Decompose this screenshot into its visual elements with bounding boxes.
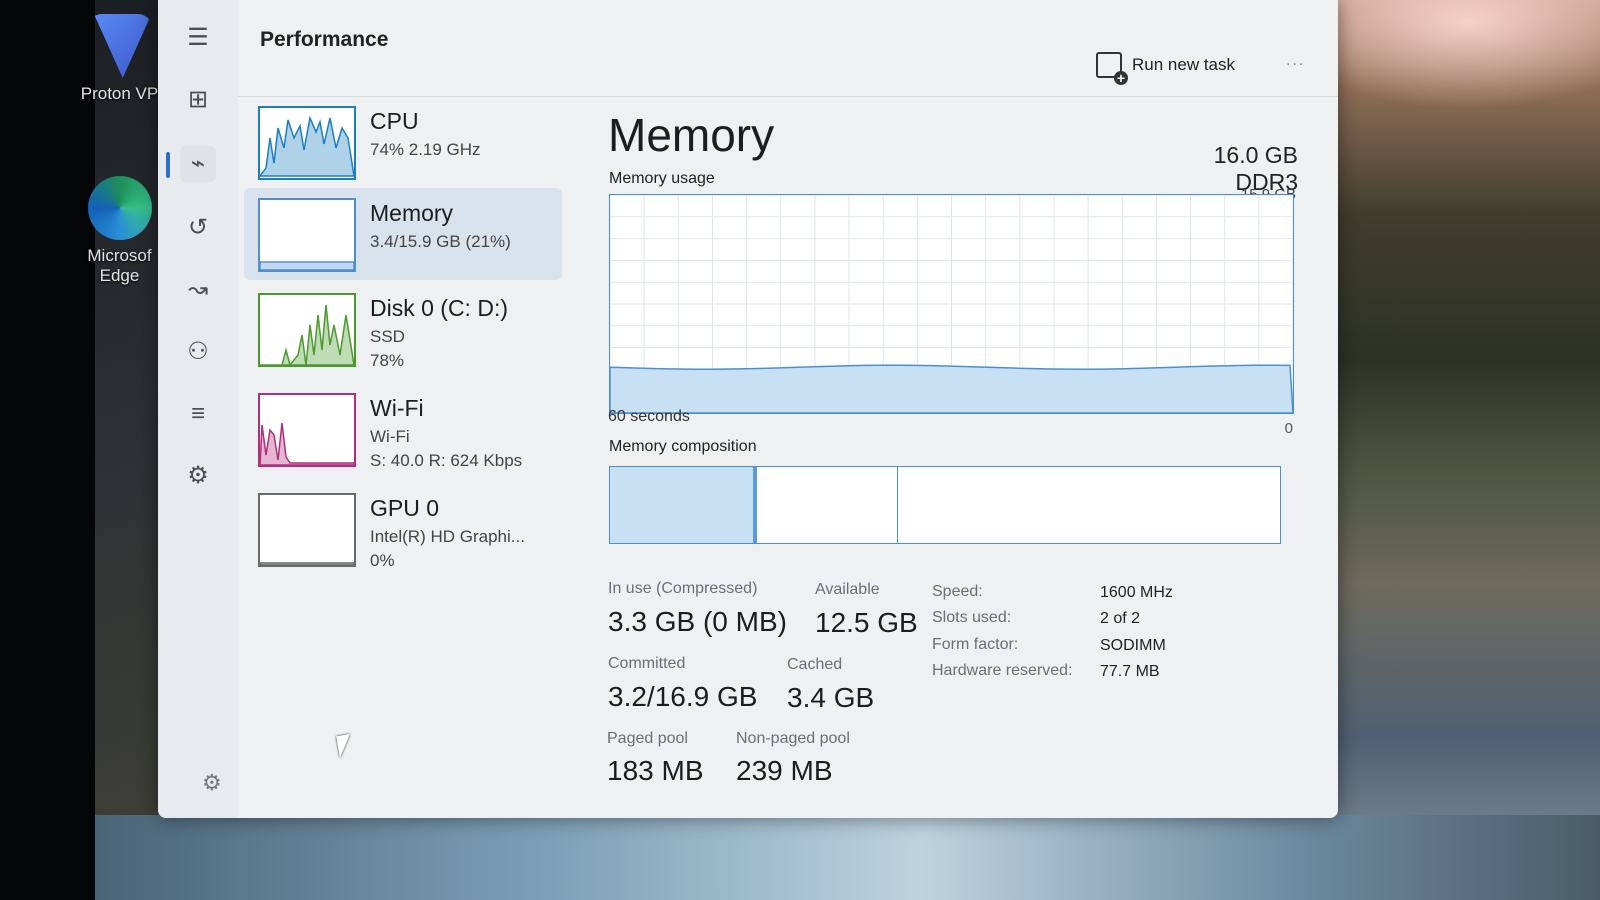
resource-item-cpu[interactable]: CPU 74% 2.19 GHz — [244, 96, 562, 188]
wallpaper-bottom — [95, 815, 1600, 900]
graph-time-label: 60 seconds — [608, 408, 690, 425]
slots-used-key: Slots used: — [932, 609, 1012, 626]
active-indicator — [166, 152, 170, 178]
resource-item-disk[interactable]: Disk 0 (C: D:) SSD 78% — [244, 283, 562, 375]
available-label: Available — [815, 581, 880, 598]
form-factor-value: SODIMM — [1100, 637, 1166, 654]
run-new-task-label: Run new task — [1132, 55, 1235, 74]
nav-rail: ☰ ⊞ ⌁ ↺ ↝ ⚇ ≡ ⚙ ⚙ — [158, 0, 238, 818]
memory-composition-bar — [609, 466, 1281, 544]
services-icon[interactable]: ⚙ — [180, 458, 216, 494]
resource-item-gpu[interactable]: GPU 0 Intel(R) HD Graphi... 0% — [244, 483, 562, 575]
slots-used-value: 2 of 2 — [1100, 610, 1141, 627]
resource-name: Memory — [370, 200, 454, 226]
paged-pool-label: Paged pool — [607, 730, 688, 747]
resource-detail: Wi-Fi — [370, 427, 410, 446]
gpu-thumbnail — [258, 493, 356, 567]
resource-name: CPU — [370, 108, 419, 134]
resource-name: Disk 0 (C: D:) — [370, 295, 508, 321]
resource-detail: S: 40.0 R: 624 Kbps — [370, 451, 523, 470]
form-factor-key: Form factor: — [932, 636, 1019, 653]
edge-browser-icon — [87, 176, 152, 240]
in-use-label: In use (Compressed) — [608, 580, 758, 597]
more-options-button[interactable]: ... — [1286, 52, 1305, 70]
settings-icon[interactable]: ⚙ — [202, 770, 222, 796]
hardware-reserved-key: Hardware reserved: — [932, 662, 1073, 679]
available-value: 12.5 GB — [815, 607, 918, 638]
resource-name: Wi-Fi — [370, 395, 424, 421]
startup-apps-icon[interactable]: ↝ — [180, 272, 216, 308]
app-history-icon[interactable]: ↺ — [180, 210, 216, 246]
paged-pool-value: 183 MB — [607, 755, 704, 786]
users-icon[interactable]: ⚇ — [180, 334, 216, 370]
non-paged-pool-label: Non-paged pool — [736, 730, 850, 747]
page-title: Performance — [260, 28, 389, 51]
desktop-shortcut-label: Proton VP — [80, 84, 159, 103]
resource-item-memory[interactable]: Memory 3.4/15.9 GB (21%) — [244, 188, 562, 280]
committed-label: Committed — [608, 655, 686, 672]
memory-usage-label: Memory usage — [609, 170, 715, 187]
memory-usage-graph — [609, 194, 1294, 414]
desktop-shortcut-label: Microsof Edge — [87, 246, 152, 285]
run-new-task-button[interactable]: Run new task — [1096, 52, 1235, 85]
resource-detail: 74% 2.19 GHz — [370, 140, 481, 159]
non-paged-pool-value: 239 MB — [736, 755, 833, 786]
hamburger-menu-icon[interactable]: ☰ — [180, 20, 216, 56]
memory-heading: Memory — [608, 109, 775, 161]
resource-detail: Intel(R) HD Graphi... — [370, 527, 525, 546]
wifi-thumbnail — [258, 393, 356, 467]
memory-usage-chart — [610, 195, 1293, 413]
resource-name: GPU 0 — [370, 495, 440, 521]
resource-item-wifi[interactable]: Wi-Fi Wi-Fi S: 40.0 R: 624 Kbps — [244, 383, 562, 475]
resource-detail: 3.4/15.9 GB (21%) — [370, 232, 511, 251]
resource-detail: 0% — [370, 551, 395, 570]
resource-detail: 78% — [370, 351, 405, 370]
cached-value: 3.4 GB — [787, 682, 875, 713]
resource-detail: SSD — [370, 327, 405, 346]
proton-vpn-icon — [93, 14, 152, 78]
details-icon[interactable]: ≡ — [180, 396, 216, 432]
composition-standby — [757, 467, 899, 543]
run-task-icon — [1096, 52, 1128, 85]
desktop-shortcut-edge[interactable]: Microsof Edge — [72, 176, 167, 286]
processes-icon[interactable]: ⊞ — [180, 82, 216, 118]
composition-in-use — [610, 467, 758, 543]
cpu-thumbnail — [258, 106, 356, 180]
hardware-reserved-value: 77.7 MB — [1100, 663, 1160, 680]
mouse-cursor — [336, 733, 354, 759]
committed-value: 3.2/16.9 GB — [608, 681, 758, 712]
graph-zero-label: 0 — [1284, 420, 1293, 437]
task-manager-window: ☰ ⊞ ⌁ ↺ ↝ ⚇ ≡ ⚙ ⚙ Performance Run new ta… — [158, 0, 1338, 818]
speed-value: 1600 MHz — [1100, 584, 1173, 601]
cached-label: Cached — [787, 656, 843, 673]
performance-icon[interactable]: ⌁ — [180, 146, 216, 182]
wallpaper — [1335, 0, 1600, 900]
memory-composition-label: Memory composition — [609, 438, 757, 455]
desktop-edge — [0, 0, 95, 900]
speed-key: Speed: — [932, 583, 983, 600]
in-use-value: 3.3 GB (0 MB) — [608, 606, 787, 637]
disk-thumbnail — [258, 293, 356, 367]
memory-thumbnail — [258, 198, 356, 272]
composition-free — [898, 467, 1280, 543]
desktop-shortcut-proton[interactable]: Proton VP — [72, 14, 167, 104]
